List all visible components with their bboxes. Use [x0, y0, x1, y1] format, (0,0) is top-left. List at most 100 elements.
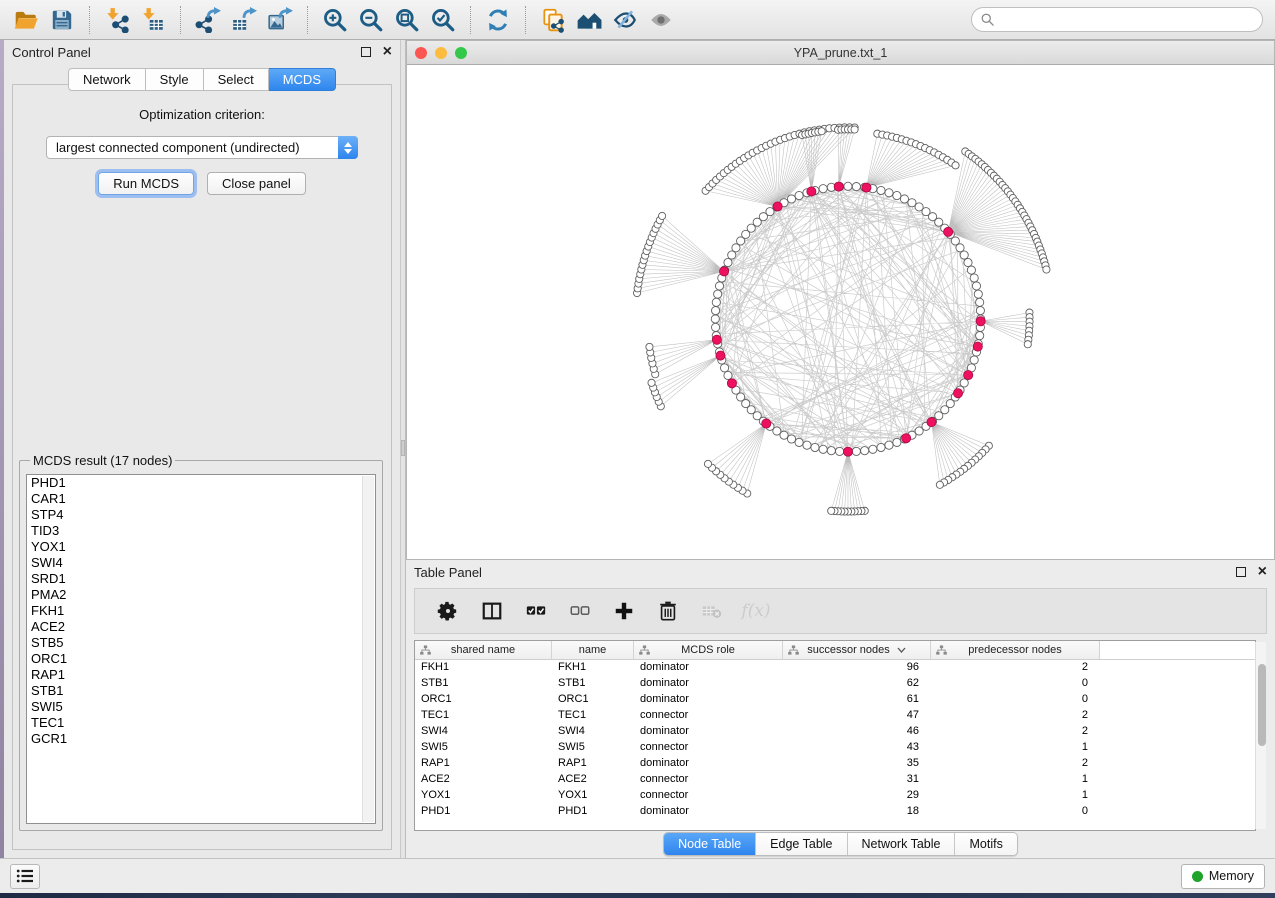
tab-edge-table[interactable]: Edge Table: [755, 833, 846, 855]
show-all-button[interactable]: [643, 4, 679, 36]
table-row[interactable]: SWI4SWI4dominator462: [415, 724, 1255, 740]
memory-button[interactable]: Memory: [1181, 864, 1265, 889]
tab-select[interactable]: Select: [204, 68, 269, 91]
save-button[interactable]: [44, 4, 80, 36]
mcds-node[interactable]: [834, 182, 843, 191]
mcds-node[interactable]: [712, 335, 721, 344]
close-table-panel-icon[interactable]: ×: [1258, 567, 1267, 577]
table-row[interactable]: YOX1YOX1connector291: [415, 788, 1255, 804]
network-node[interactable]: [936, 481, 943, 488]
mcds-node[interactable]: [953, 389, 962, 398]
search-input[interactable]: [971, 7, 1263, 32]
columns-button[interactable]: [477, 596, 507, 626]
table-row[interactable]: PHD1PHD1dominator180: [415, 804, 1255, 820]
import-table-button[interactable]: [135, 4, 171, 36]
close-panel-button[interactable]: Close panel: [207, 172, 306, 195]
column-header-shared-name[interactable]: shared name: [415, 641, 552, 659]
tab-motifs[interactable]: Motifs: [954, 833, 1016, 855]
open-button[interactable]: [8, 4, 44, 36]
mcds-node[interactable]: [964, 370, 973, 379]
mcds-node[interactable]: [727, 379, 736, 388]
network-node[interactable]: [795, 438, 803, 446]
network-node[interactable]: [711, 307, 719, 315]
network-node[interactable]: [724, 371, 732, 379]
network-node[interactable]: [836, 447, 844, 455]
table-scrollbar-thumb[interactable]: [1258, 664, 1266, 746]
first-neighbors-button[interactable]: [571, 4, 607, 36]
table-row[interactable]: SWI5SWI5connector431: [415, 740, 1255, 756]
mcds-result-item[interactable]: FKH1: [27, 603, 375, 619]
network-node[interactable]: [976, 298, 984, 306]
network-node[interactable]: [952, 162, 959, 169]
table-row[interactable]: ORC1ORC1dominator610: [415, 692, 1255, 708]
mcds-result-item[interactable]: TEC1: [27, 715, 375, 731]
network-node[interactable]: [803, 441, 811, 449]
network-node[interactable]: [828, 507, 835, 514]
tab-network-table[interactable]: Network Table: [847, 833, 955, 855]
table-scrollbar[interactable]: [1255, 642, 1266, 829]
network-node[interactable]: [976, 332, 984, 340]
network-node[interactable]: [967, 266, 975, 274]
zoom-fit-button[interactable]: [389, 4, 425, 36]
mcds-node[interactable]: [944, 227, 953, 236]
network-node[interactable]: [893, 438, 901, 446]
network-node[interactable]: [964, 258, 972, 266]
export-network-button[interactable]: [190, 4, 226, 36]
network-node[interactable]: [704, 460, 711, 467]
column-header-predecessor-nodes[interactable]: predecessor nodes: [931, 641, 1100, 659]
network-node[interactable]: [852, 447, 860, 455]
splitter-handle[interactable]: [401, 440, 405, 456]
network-node[interactable]: [795, 191, 803, 199]
network-node[interactable]: [885, 441, 893, 449]
float-table-panel-icon[interactable]: [1236, 567, 1246, 577]
network-node[interactable]: [659, 212, 666, 219]
network-node[interactable]: [720, 364, 728, 372]
column-header-MCDS-role[interactable]: MCDS role: [634, 641, 783, 659]
table-row[interactable]: STB1STB1dominator620: [415, 676, 1255, 692]
table-row[interactable]: ACE2ACE2connector311: [415, 772, 1255, 788]
mcds-result-item[interactable]: YOX1: [27, 539, 375, 555]
network-canvas[interactable]: [407, 65, 1274, 559]
table-row[interactable]: TEC1TEC1connector472: [415, 708, 1255, 724]
mcds-result-item[interactable]: SWI4: [27, 555, 375, 571]
mcds-result-item[interactable]: ACE2: [27, 619, 375, 635]
network-node[interactable]: [852, 182, 860, 190]
network-node[interactable]: [877, 443, 885, 451]
mcds-result-item[interactable]: STP4: [27, 507, 375, 523]
column-header-successor-nodes[interactable]: successor nodes: [783, 641, 931, 659]
network-node[interactable]: [711, 315, 719, 323]
network-node[interactable]: [885, 189, 893, 197]
mcds-result-item[interactable]: TID3: [27, 523, 375, 539]
table-row[interactable]: FKH1FKH1dominator962: [415, 660, 1255, 676]
mcds-result-item[interactable]: PMA2: [27, 587, 375, 603]
mcds-node[interactable]: [843, 447, 852, 456]
network-node[interactable]: [970, 274, 978, 282]
network-node[interactable]: [787, 195, 795, 203]
network-node[interactable]: [861, 447, 869, 455]
mcds-node[interactable]: [902, 434, 911, 443]
tab-mcds[interactable]: MCDS: [269, 68, 336, 91]
network-node[interactable]: [827, 447, 835, 455]
network-node[interactable]: [893, 191, 901, 199]
add-row-button[interactable]: [609, 596, 639, 626]
mcds-result-item[interactable]: STB5: [27, 635, 375, 651]
network-node[interactable]: [970, 356, 978, 364]
network-node[interactable]: [818, 128, 825, 135]
network-node[interactable]: [787, 435, 795, 443]
mcds-node[interactable]: [976, 317, 985, 326]
mcds-result-item[interactable]: ORC1: [27, 651, 375, 667]
network-node[interactable]: [976, 307, 984, 315]
mcds-list-scrollbar[interactable]: [362, 476, 374, 822]
mcds-result-item[interactable]: GCR1: [27, 731, 375, 747]
mcds-node[interactable]: [762, 419, 771, 428]
zoom-in-button[interactable]: [317, 4, 353, 36]
import-network-button[interactable]: [99, 4, 135, 36]
table-row[interactable]: RAP1RAP1dominator352: [415, 756, 1255, 772]
hide-selected-button[interactable]: [607, 4, 643, 36]
network-node[interactable]: [819, 445, 827, 453]
mcds-result-item[interactable]: SWI5: [27, 699, 375, 715]
task-history-button[interactable]: [10, 864, 40, 889]
mcds-result-item[interactable]: PHD1: [27, 475, 375, 491]
mcds-node[interactable]: [807, 187, 816, 196]
column-header-name[interactable]: name: [552, 641, 634, 659]
